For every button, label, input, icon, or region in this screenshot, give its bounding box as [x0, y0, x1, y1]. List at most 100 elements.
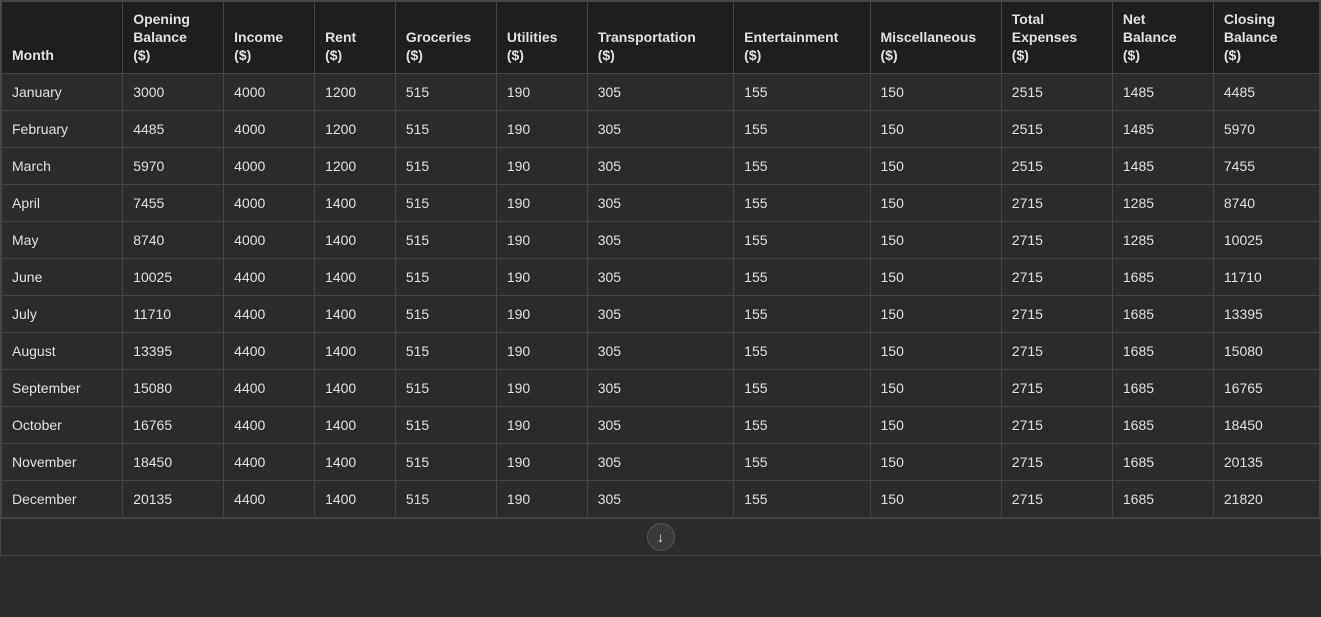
cell-closing: 18450	[1213, 406, 1319, 443]
cell-total: 2715	[1001, 221, 1112, 258]
cell-income: 4400	[224, 443, 315, 480]
table-row: February44854000120051519030515515025151…	[2, 110, 1320, 147]
header-miscellaneous: Miscellaneous($)	[870, 2, 1001, 74]
cell-utilities: 190	[496, 295, 587, 332]
table-row: November18450440014005151903051551502715…	[2, 443, 1320, 480]
cell-month: November	[2, 443, 123, 480]
cell-total: 2715	[1001, 184, 1112, 221]
cell-miscellaneous: 150	[870, 406, 1001, 443]
cell-closing: 13395	[1213, 295, 1319, 332]
cell-groceries: 515	[395, 73, 496, 110]
cell-utilities: 190	[496, 369, 587, 406]
table-row: January300040001200515190305155150251514…	[2, 73, 1320, 110]
cell-month: October	[2, 406, 123, 443]
cell-income: 4400	[224, 295, 315, 332]
cell-rent: 1200	[315, 147, 396, 184]
cell-income: 4000	[224, 147, 315, 184]
cell-income: 4000	[224, 221, 315, 258]
cell-entertainment: 155	[734, 110, 870, 147]
header-rent: Rent($)	[315, 2, 396, 74]
cell-utilities: 190	[496, 332, 587, 369]
cell-miscellaneous: 150	[870, 184, 1001, 221]
cell-month: January	[2, 73, 123, 110]
cell-utilities: 190	[496, 221, 587, 258]
cell-entertainment: 155	[734, 73, 870, 110]
cell-income: 4000	[224, 110, 315, 147]
cell-net: 1485	[1112, 147, 1213, 184]
cell-opening: 16765	[123, 406, 224, 443]
cell-entertainment: 155	[734, 147, 870, 184]
cell-utilities: 190	[496, 73, 587, 110]
cell-transportation: 305	[587, 295, 733, 332]
scroll-down-button[interactable]: ↓	[647, 523, 675, 551]
cell-entertainment: 155	[734, 332, 870, 369]
cell-closing: 7455	[1213, 147, 1319, 184]
cell-groceries: 515	[395, 406, 496, 443]
cell-rent: 1400	[315, 184, 396, 221]
cell-net: 1685	[1112, 443, 1213, 480]
cell-month: April	[2, 184, 123, 221]
cell-miscellaneous: 150	[870, 73, 1001, 110]
cell-miscellaneous: 150	[870, 110, 1001, 147]
cell-transportation: 305	[587, 258, 733, 295]
table-row: May8740400014005151903051551502715128510…	[2, 221, 1320, 258]
cell-transportation: 305	[587, 480, 733, 517]
table-row: June100254400140051519030515515027151685…	[2, 258, 1320, 295]
cell-rent: 1400	[315, 295, 396, 332]
cell-groceries: 515	[395, 258, 496, 295]
cell-groceries: 515	[395, 369, 496, 406]
cell-transportation: 305	[587, 73, 733, 110]
cell-rent: 1400	[315, 480, 396, 517]
cell-entertainment: 155	[734, 369, 870, 406]
cell-groceries: 515	[395, 110, 496, 147]
cell-closing: 16765	[1213, 369, 1319, 406]
cell-groceries: 515	[395, 295, 496, 332]
cell-closing: 11710	[1213, 258, 1319, 295]
cell-opening: 5970	[123, 147, 224, 184]
cell-utilities: 190	[496, 184, 587, 221]
cell-entertainment: 155	[734, 443, 870, 480]
cell-closing: 4485	[1213, 73, 1319, 110]
cell-miscellaneous: 150	[870, 221, 1001, 258]
cell-month: May	[2, 221, 123, 258]
cell-income: 4400	[224, 332, 315, 369]
cell-opening: 10025	[123, 258, 224, 295]
cell-net: 1685	[1112, 295, 1213, 332]
cell-groceries: 515	[395, 480, 496, 517]
cell-groceries: 515	[395, 332, 496, 369]
header-net: NetBalance($)	[1112, 2, 1213, 74]
header-total: TotalExpenses($)	[1001, 2, 1112, 74]
cell-opening: 18450	[123, 443, 224, 480]
cell-utilities: 190	[496, 406, 587, 443]
cell-transportation: 305	[587, 443, 733, 480]
cell-income: 4400	[224, 480, 315, 517]
cell-transportation: 305	[587, 184, 733, 221]
cell-rent: 1400	[315, 369, 396, 406]
cell-opening: 20135	[123, 480, 224, 517]
header-groceries: Groceries($)	[395, 2, 496, 74]
cell-total: 2715	[1001, 369, 1112, 406]
cell-miscellaneous: 150	[870, 443, 1001, 480]
cell-income: 4400	[224, 258, 315, 295]
table-row: August1339544001400515190305155150271516…	[2, 332, 1320, 369]
cell-opening: 15080	[123, 369, 224, 406]
table-row: October167654400140051519030515515027151…	[2, 406, 1320, 443]
cell-opening: 4485	[123, 110, 224, 147]
cell-rent: 1400	[315, 406, 396, 443]
cell-month: December	[2, 480, 123, 517]
cell-opening: 8740	[123, 221, 224, 258]
cell-rent: 1400	[315, 258, 396, 295]
cell-total: 2715	[1001, 480, 1112, 517]
cell-total: 2515	[1001, 147, 1112, 184]
cell-transportation: 305	[587, 110, 733, 147]
cell-rent: 1200	[315, 73, 396, 110]
cell-rent: 1400	[315, 221, 396, 258]
cell-total: 2715	[1001, 443, 1112, 480]
cell-income: 4400	[224, 369, 315, 406]
header-month: Month	[2, 2, 123, 74]
cell-entertainment: 155	[734, 184, 870, 221]
cell-utilities: 190	[496, 110, 587, 147]
cell-transportation: 305	[587, 369, 733, 406]
header-entertainment: Entertainment($)	[734, 2, 870, 74]
cell-closing: 21820	[1213, 480, 1319, 517]
